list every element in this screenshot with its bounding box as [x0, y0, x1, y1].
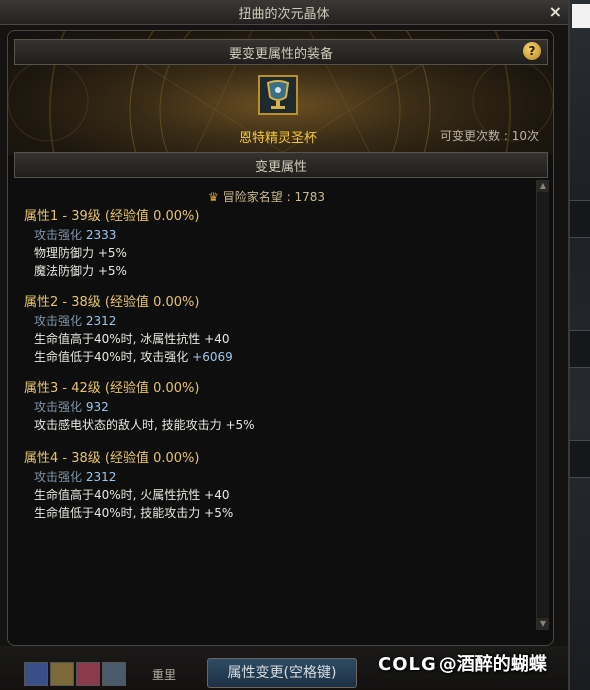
equipment-slot[interactable]: [258, 75, 298, 115]
background-slot: [568, 330, 590, 368]
attack-label: 攻击强化: [34, 470, 83, 484]
property-scrollbar[interactable]: ▲ ▼: [536, 180, 549, 630]
effect-value: +5%: [97, 264, 127, 278]
attack-row: 攻击强化 2333: [24, 226, 199, 244]
skill-slot-icon[interactable]: [24, 662, 48, 686]
property-title: 属性3 - 42级 (经验值 0.00%): [24, 381, 200, 396]
attack-value: 2312: [85, 470, 117, 484]
title-bar[interactable]: 扭曲的次元晶体 ×: [0, 0, 568, 25]
effect-text: 生命值低于40%时, 攻击强化: [34, 350, 189, 364]
effect-value: +40: [204, 488, 230, 502]
background-panel: [572, 4, 590, 28]
effect-text: 生命值高于40%时, 冰属性抗性: [34, 332, 201, 346]
attack-value: 2333: [85, 228, 117, 242]
background-slot: [568, 440, 590, 478]
item-name: 恩特精灵圣杯: [238, 131, 317, 146]
effect-text: 生命值低于40%时, 技能攻击力: [34, 506, 201, 520]
effect-value: +5%: [97, 246, 127, 260]
change-attr-label: 变更属性: [254, 160, 307, 175]
effect-value: +6069: [192, 350, 233, 364]
attack-value: 932: [85, 400, 109, 414]
apply-change-button[interactable]: 属性变更(空格键): [207, 658, 357, 688]
main-panel: 要变更属性的装备 ? 恩特精灵圣杯 可变更次数 : 10次 变更属性 ♛ 冒险家名…: [7, 30, 554, 646]
effect-row: 生命值高于40%时, 火属性抗性 +40: [24, 486, 233, 504]
property-block[interactable]: 属性1 - 39级 (经验值 0.00%) 攻击强化 2333 物理防御力 +5…: [24, 208, 199, 280]
property-title: 属性2 - 38级 (经验值 0.00%): [24, 295, 200, 310]
skill-slot-icon[interactable]: [102, 662, 126, 686]
weight-label: 重里: [152, 668, 177, 682]
reputation-text: 冒险家名望 : 1783: [222, 190, 325, 204]
equipment-header-bar: 要变更属性的装备 ?: [14, 39, 548, 65]
attack-row: 攻击强化 2312: [24, 468, 233, 486]
effect-value: +5%: [225, 418, 255, 432]
change-attr-bar: 变更属性: [14, 152, 548, 178]
watermark: COLG @酒醉的蝴蝶: [378, 650, 547, 676]
close-icon[interactable]: ×: [549, 2, 562, 21]
property-block[interactable]: 属性2 - 38级 (经验值 0.00%) 攻击强化 2312 生命值高于40%…: [24, 294, 233, 366]
help-icon[interactable]: ?: [523, 42, 541, 60]
effect-value: +40: [204, 332, 230, 346]
effect-text: 魔法防御力: [34, 264, 95, 278]
reputation-line: ♛ 冒险家名望 : 1783: [208, 188, 325, 205]
effect-row: 生命值低于40%时, 技能攻击力 +5%: [24, 504, 233, 522]
effect-row: 攻击感电状态的敌人时, 技能攻击力 +5%: [24, 416, 255, 434]
property-block[interactable]: 属性3 - 42级 (经验值 0.00%) 攻击强化 932 攻击感电状态的敌人…: [24, 380, 255, 434]
watermark-text: @酒醉的蝴蝶: [438, 654, 547, 675]
background-slot: [568, 200, 590, 238]
effect-text: 攻击感电状态的敌人时, 技能攻击力: [34, 418, 222, 432]
effect-row: 生命值低于40%时, 攻击强化 +6069: [24, 348, 233, 366]
attack-label: 攻击强化: [34, 314, 83, 328]
attack-label: 攻击强化: [34, 400, 83, 414]
property-list: ♛ 冒险家名望 : 1783 属性1 - 39级 (经验值 0.00%) 攻击强化…: [8, 180, 536, 620]
change-count: 可变更次数 : 10次: [440, 129, 539, 143]
crystal-window: 扭曲的次元晶体 × 要变更属性的装备 ? 恩特精灵圣杯 可变更次数: 10次 …: [0, 0, 570, 690]
effect-row: 物理防御力 +5%: [24, 244, 199, 262]
equipment-hero: 要变更属性的装备 ? 恩特精灵圣杯 可变更次数 : 10次: [8, 31, 553, 155]
property-title: 属性4 - 38级 (经验值 0.00%): [24, 451, 200, 466]
attack-label: 攻击强化: [34, 228, 83, 242]
chalice-icon: [260, 77, 296, 113]
scroll-down-icon[interactable]: ▼: [537, 618, 549, 630]
scroll-up-icon[interactable]: ▲: [537, 180, 549, 192]
attack-row: 攻击强化 2312: [24, 312, 233, 330]
skill-slot-icon[interactable]: [50, 662, 74, 686]
skill-slot-icon[interactable]: [76, 662, 100, 686]
property-block[interactable]: 属性4 - 38级 (经验值 0.00%) 攻击强化 2312 生命值高于40%…: [24, 450, 233, 522]
effect-text: 物理防御力: [34, 246, 95, 260]
watermark-logo: COLG: [378, 654, 437, 675]
effect-value: +5%: [204, 506, 234, 520]
effect-row: 魔法防御力 +5%: [24, 262, 199, 280]
effect-text: 生命值高于40%时, 火属性抗性: [34, 488, 201, 502]
property-title: 属性1 - 39级 (经验值 0.00%): [24, 209, 200, 224]
effect-row: 生命值高于40%时, 冰属性抗性 +40: [24, 330, 233, 348]
window-title: 扭曲的次元晶体: [238, 7, 330, 22]
attack-row: 攻击强化 932: [24, 398, 255, 416]
equipment-label: 要变更属性的装备: [228, 47, 333, 62]
crown-icon: ♛: [208, 190, 219, 204]
attack-value: 2312: [85, 314, 117, 328]
